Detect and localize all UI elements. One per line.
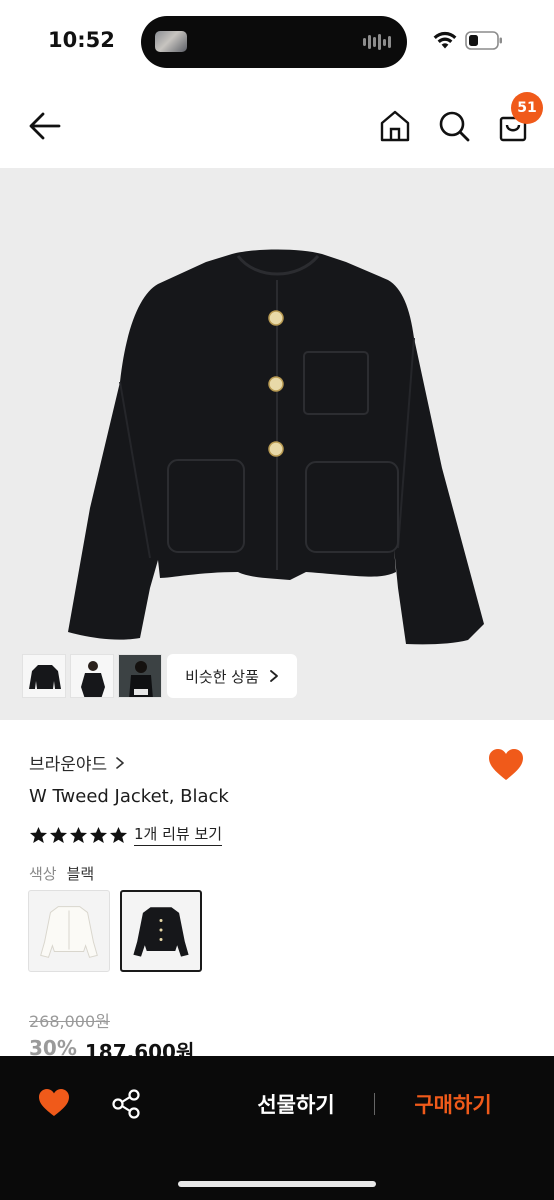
cart-count-badge: 51 bbox=[511, 92, 543, 124]
star-icon bbox=[89, 826, 108, 843]
similar-products-button[interactable]: 비슷한 상품 bbox=[167, 654, 297, 698]
rating-stars bbox=[29, 826, 128, 844]
rating-row: 1개 리뷰 보기 bbox=[29, 823, 223, 846]
dynamic-island bbox=[141, 16, 407, 68]
black-jacket-image bbox=[133, 907, 189, 957]
similar-products-label: 비슷한 상품 bbox=[185, 667, 259, 686]
status-time: 10:52 bbox=[48, 28, 115, 52]
divider bbox=[374, 1093, 375, 1115]
color-option-row: 색상 블랙 bbox=[29, 863, 94, 884]
chevron-right-icon bbox=[116, 756, 125, 769]
thumbnail-2[interactable] bbox=[70, 654, 114, 698]
home-indicator[interactable] bbox=[178, 1181, 376, 1187]
color-swatches bbox=[28, 890, 202, 972]
now-playing-artwork bbox=[155, 31, 187, 52]
buy-button[interactable]: 구매하기 bbox=[392, 1086, 514, 1122]
review-link[interactable]: 1개 리뷰 보기 bbox=[134, 823, 223, 846]
brand-name: 브라운야드 bbox=[29, 755, 108, 775]
star-icon bbox=[69, 826, 88, 843]
color-label: 색상 bbox=[29, 865, 57, 883]
star-icon bbox=[29, 826, 48, 843]
swatch-ivory[interactable] bbox=[28, 890, 110, 972]
thumbnail-strip bbox=[22, 654, 162, 698]
color-value: 블랙 bbox=[66, 865, 95, 883]
top-nav bbox=[0, 84, 554, 168]
swatch-black[interactable] bbox=[120, 890, 202, 972]
audio-wave-icon bbox=[363, 32, 393, 52]
product-name: W Tweed Jacket, Black bbox=[29, 786, 229, 807]
ivory-jacket-image bbox=[40, 906, 98, 958]
share-button[interactable] bbox=[110, 1088, 142, 1120]
wifi-icon bbox=[433, 31, 457, 49]
thumbnail-3[interactable] bbox=[118, 654, 162, 698]
battery-icon bbox=[465, 31, 502, 50]
back-button[interactable] bbox=[26, 108, 66, 144]
star-icon bbox=[49, 826, 68, 843]
product-image-gallery[interactable]: 비슷한 상품 bbox=[0, 168, 554, 720]
chevron-right-icon bbox=[269, 670, 278, 682]
wishlist-heart-button[interactable] bbox=[38, 1088, 70, 1118]
status-bar: 10:52 bbox=[0, 0, 554, 84]
thumbnail-1[interactable] bbox=[22, 654, 66, 698]
like-heart-button[interactable] bbox=[488, 748, 524, 782]
brand-link[interactable]: 브라운야드 bbox=[29, 750, 125, 775]
gift-button[interactable]: 선물하기 bbox=[236, 1086, 356, 1122]
search-button[interactable] bbox=[436, 108, 472, 144]
star-icon bbox=[109, 826, 128, 843]
product-photo-jacket bbox=[68, 249, 484, 645]
original-price: 268,000원 bbox=[29, 1012, 110, 1031]
home-button[interactable] bbox=[378, 108, 412, 144]
bottom-action-bar: 선물하기 구매하기 bbox=[0, 1056, 554, 1200]
